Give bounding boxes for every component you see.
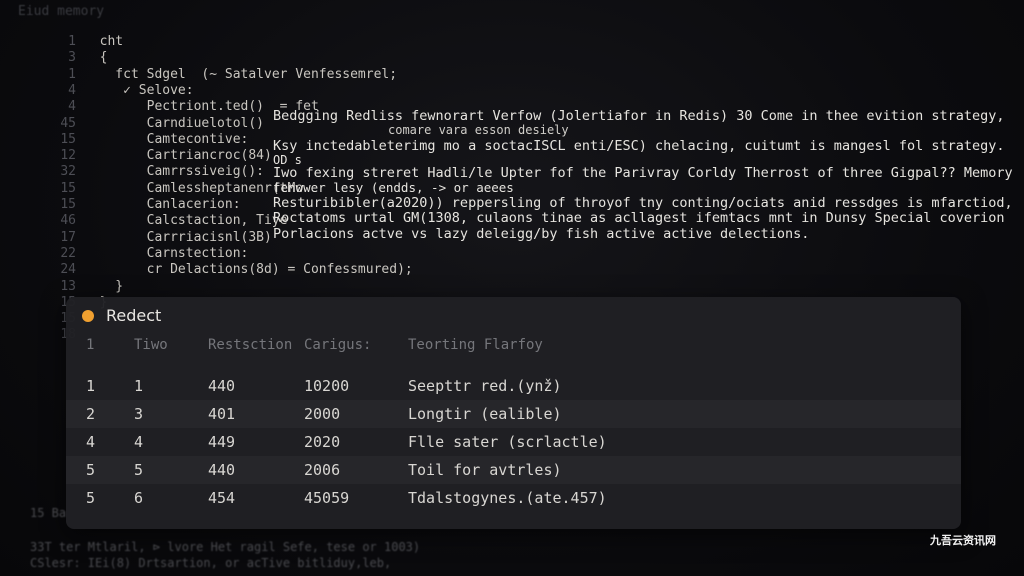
column-header[interactable]: Tiwo bbox=[134, 337, 168, 353]
code-line: 4 ✓ Selove: bbox=[0, 83, 1000, 99]
redect-panel: Redect 1 Tiwo Restsction Carigus: Teorti… bbox=[66, 297, 961, 529]
line-number: 22 bbox=[60, 245, 76, 261]
table-cell: 1 bbox=[134, 377, 144, 395]
faded-code-line: 15 Ba bbox=[30, 506, 67, 520]
overlay-line: Ksy inctedableterimg mo a soctacISCL ent… bbox=[273, 138, 1005, 154]
line-number: 46 bbox=[60, 213, 76, 229]
table-cell: Seepttr red.(ynž) bbox=[408, 377, 562, 395]
table-cell: 440 bbox=[208, 377, 236, 395]
panel-title: Redect bbox=[106, 306, 162, 325]
line-number: 1 bbox=[68, 34, 76, 49]
line-number: 15 bbox=[60, 131, 76, 147]
code-text: Camtecontive: bbox=[84, 131, 249, 147]
table-header: 1 Tiwo Restsction Carigus: Teorting Flar… bbox=[66, 337, 961, 363]
watermark-logo: 九吾云资讯网 bbox=[930, 534, 996, 547]
screen: Eiud memory 1 cht 3 {1 fct Sdgel (~ Satal… bbox=[0, 0, 1024, 576]
table-cell: 440 bbox=[208, 461, 236, 479]
table-cell: Flle sater (scrlactle) bbox=[408, 433, 607, 451]
table-cell: 5 bbox=[134, 461, 144, 479]
column-header[interactable]: Teorting Flarfoy bbox=[408, 337, 543, 353]
overlay-line: Porlacions actve vs lazy deleigg/by fish… bbox=[273, 226, 810, 242]
code-text: Carnstection: bbox=[84, 245, 249, 261]
table-cell: 5 bbox=[86, 461, 96, 479]
table-cell: Longtir (ealible) bbox=[408, 405, 562, 423]
table-row[interactable]: 2 3 401 2000 Longtir (ealible) bbox=[66, 400, 961, 428]
line-number: 45 bbox=[60, 115, 76, 131]
table-cell: 401 bbox=[208, 405, 236, 423]
code-line: 13 } bbox=[0, 279, 1000, 295]
code-line: 3 { bbox=[0, 50, 1000, 66]
table-cell: 10200 bbox=[304, 377, 350, 395]
code-text: cht bbox=[84, 34, 124, 49]
code-line: 22 Carnstection: bbox=[0, 246, 1000, 262]
column-header[interactable]: 1 bbox=[86, 337, 94, 353]
table-cell: 2006 bbox=[304, 461, 341, 479]
faded-code-area: 15 Ba 33T ter Mtlaril, ⊳ lvore Het ragil… bbox=[0, 500, 1024, 576]
code-text: Camlessheptanenr(tMo bbox=[84, 180, 304, 196]
panel-header: Redect bbox=[66, 297, 961, 335]
line-number: 4 bbox=[68, 99, 76, 115]
line-number: 4 bbox=[68, 82, 76, 98]
window-title: Eiud memory bbox=[18, 4, 105, 19]
overlay-line: Resturibibler(a2020)) reppersling of thr… bbox=[273, 195, 1013, 211]
code-line: 24 cr Delactions(8d) = Confessmured); bbox=[0, 262, 1000, 278]
table-row[interactable]: 4 4 449 2020 Flle sater (scrlactle) bbox=[66, 428, 961, 456]
status-dot-icon bbox=[82, 310, 94, 322]
code-text: } bbox=[84, 278, 124, 294]
code-text: Carrriacisnl(3B) bbox=[84, 229, 272, 245]
line-number: 13 bbox=[60, 278, 76, 294]
overlay-line: Bedgging Redliss fewnorart Verfow (Joler… bbox=[273, 108, 1005, 124]
line-number: 15 bbox=[60, 197, 76, 212]
code-editor[interactable]: 1 cht 3 {1 fct Sdgel (~ Satalver Venfesse… bbox=[0, 32, 1012, 342]
table-cell: 2000 bbox=[304, 405, 341, 423]
table-cell: 1 bbox=[86, 377, 96, 395]
code-text: Carndiuelotol() bbox=[84, 115, 265, 131]
code-text: cr Delactions(8d) = Confessmured); bbox=[84, 262, 413, 278]
faded-code-line: 33T ter Mtlaril, ⊳ lvore Het ragil Sefe,… bbox=[30, 540, 421, 554]
code-line: 1 fct Sdgel (~ Satalver Venfessemrel; bbox=[0, 67, 1000, 83]
overlay-line: comare vara esson desiely bbox=[388, 123, 569, 137]
column-header[interactable]: Restsction bbox=[208, 337, 292, 353]
table-cell: 2 bbox=[86, 405, 96, 423]
code-text: { bbox=[84, 50, 108, 66]
code-text: fct Sdgel (~ Satalver Venfessemrel; bbox=[84, 66, 398, 82]
line-number: 15 bbox=[60, 180, 76, 196]
line-number: 24 bbox=[60, 262, 76, 278]
table-cell: 4 bbox=[86, 433, 96, 451]
table-cell: 4 bbox=[134, 433, 144, 451]
overlay-line: Roctatoms urtal GM(1308, culaons tinae a… bbox=[273, 210, 1005, 226]
code-text: Cartriancroc(84) bbox=[84, 148, 272, 164]
code-text: Camrrssiveig(): bbox=[84, 164, 265, 180]
column-header[interactable]: Carigus: bbox=[304, 337, 371, 353]
table-row[interactable]: 5 5 440 2006 Toil for avtrles) bbox=[66, 456, 961, 484]
table-cell: 3 bbox=[134, 405, 144, 423]
overlay-line: Iwo fexing streret Hadli/le Upter fof th… bbox=[273, 165, 1013, 181]
code-line: 1 cht bbox=[0, 34, 1000, 50]
table-cell: 449 bbox=[208, 433, 236, 451]
line-number: 17 bbox=[60, 229, 76, 245]
table-cell: 2020 bbox=[304, 433, 341, 451]
overlay-line: fenwwer lesy (endds, -> or aeees bbox=[273, 180, 514, 195]
code-text: Calcstaction, Tiye bbox=[84, 213, 288, 229]
table-row[interactable]: 1 1 440 10200 Seepttr red.(ynž) bbox=[66, 372, 961, 400]
code-text: ✓ Selove: bbox=[84, 82, 194, 98]
line-number: 32 bbox=[60, 164, 76, 180]
line-number: 12 bbox=[60, 148, 76, 164]
line-number: 3 bbox=[68, 50, 76, 66]
line-number: 1 bbox=[68, 66, 76, 82]
table-cell: Toil for avtrles) bbox=[408, 461, 562, 479]
faded-code-line: CSlesr: IEi(8) Drtsartion, or acTive bit… bbox=[30, 556, 392, 570]
code-text: Canlacerion: bbox=[84, 197, 241, 212]
